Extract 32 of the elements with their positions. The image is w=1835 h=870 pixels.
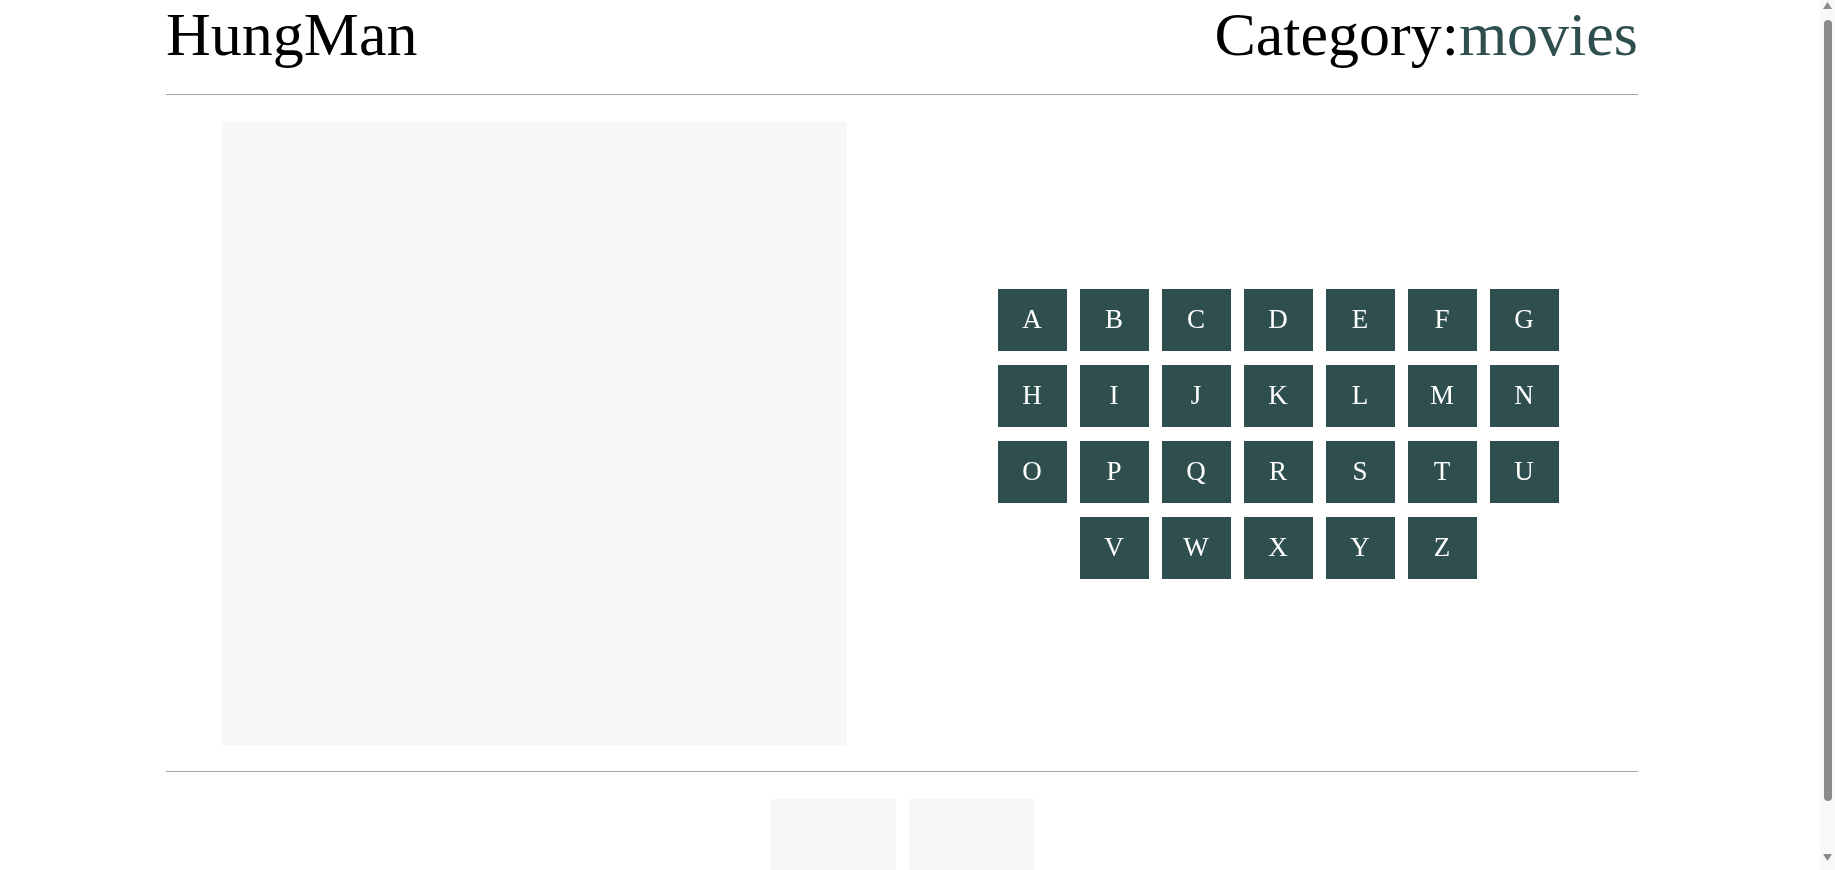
scroll-up-icon[interactable] <box>1823 2 1832 9</box>
category-label: Category: <box>1214 0 1459 68</box>
letter-key[interactable]: F <box>1407 288 1477 351</box>
letter-key[interactable]: Y <box>1325 516 1395 579</box>
letter-key[interactable]: R <box>1243 440 1313 503</box>
letter-key[interactable]: L <box>1325 364 1395 427</box>
letter-key[interactable]: H <box>997 364 1067 427</box>
letter-key[interactable]: A <box>997 288 1067 351</box>
app-title: HungMan <box>166 0 418 68</box>
letter-key[interactable]: P <box>1079 440 1149 503</box>
scroll-down-icon[interactable] <box>1823 854 1832 861</box>
scrollbar-thumb[interactable] <box>1824 20 1832 801</box>
letter-key[interactable]: K <box>1243 364 1313 427</box>
letter-key[interactable]: B <box>1079 288 1149 351</box>
letter-key[interactable]: E <box>1325 288 1395 351</box>
letter-key[interactable]: I <box>1079 364 1149 427</box>
letter-key[interactable]: C <box>1161 288 1231 351</box>
letter-key[interactable]: J <box>1161 364 1231 427</box>
letter-key[interactable]: Z <box>1407 516 1477 579</box>
letter-key[interactable]: W <box>1161 516 1231 579</box>
letter-key[interactable]: X <box>1243 516 1313 579</box>
category-value: movies <box>1458 0 1638 68</box>
letter-key[interactable]: S <box>1325 440 1395 503</box>
letter-key[interactable]: G <box>1489 288 1559 351</box>
letter-key[interactable]: O <box>997 440 1067 503</box>
letter-key[interactable]: M <box>1407 364 1477 427</box>
letter-key[interactable]: D <box>1243 288 1313 351</box>
letter-key[interactable]: T <box>1407 440 1477 503</box>
letter-key[interactable]: V <box>1079 516 1149 579</box>
letter-key[interactable]: Q <box>1161 440 1231 503</box>
letter-key[interactable]: U <box>1489 440 1559 503</box>
letter-key[interactable]: N <box>1489 364 1559 427</box>
